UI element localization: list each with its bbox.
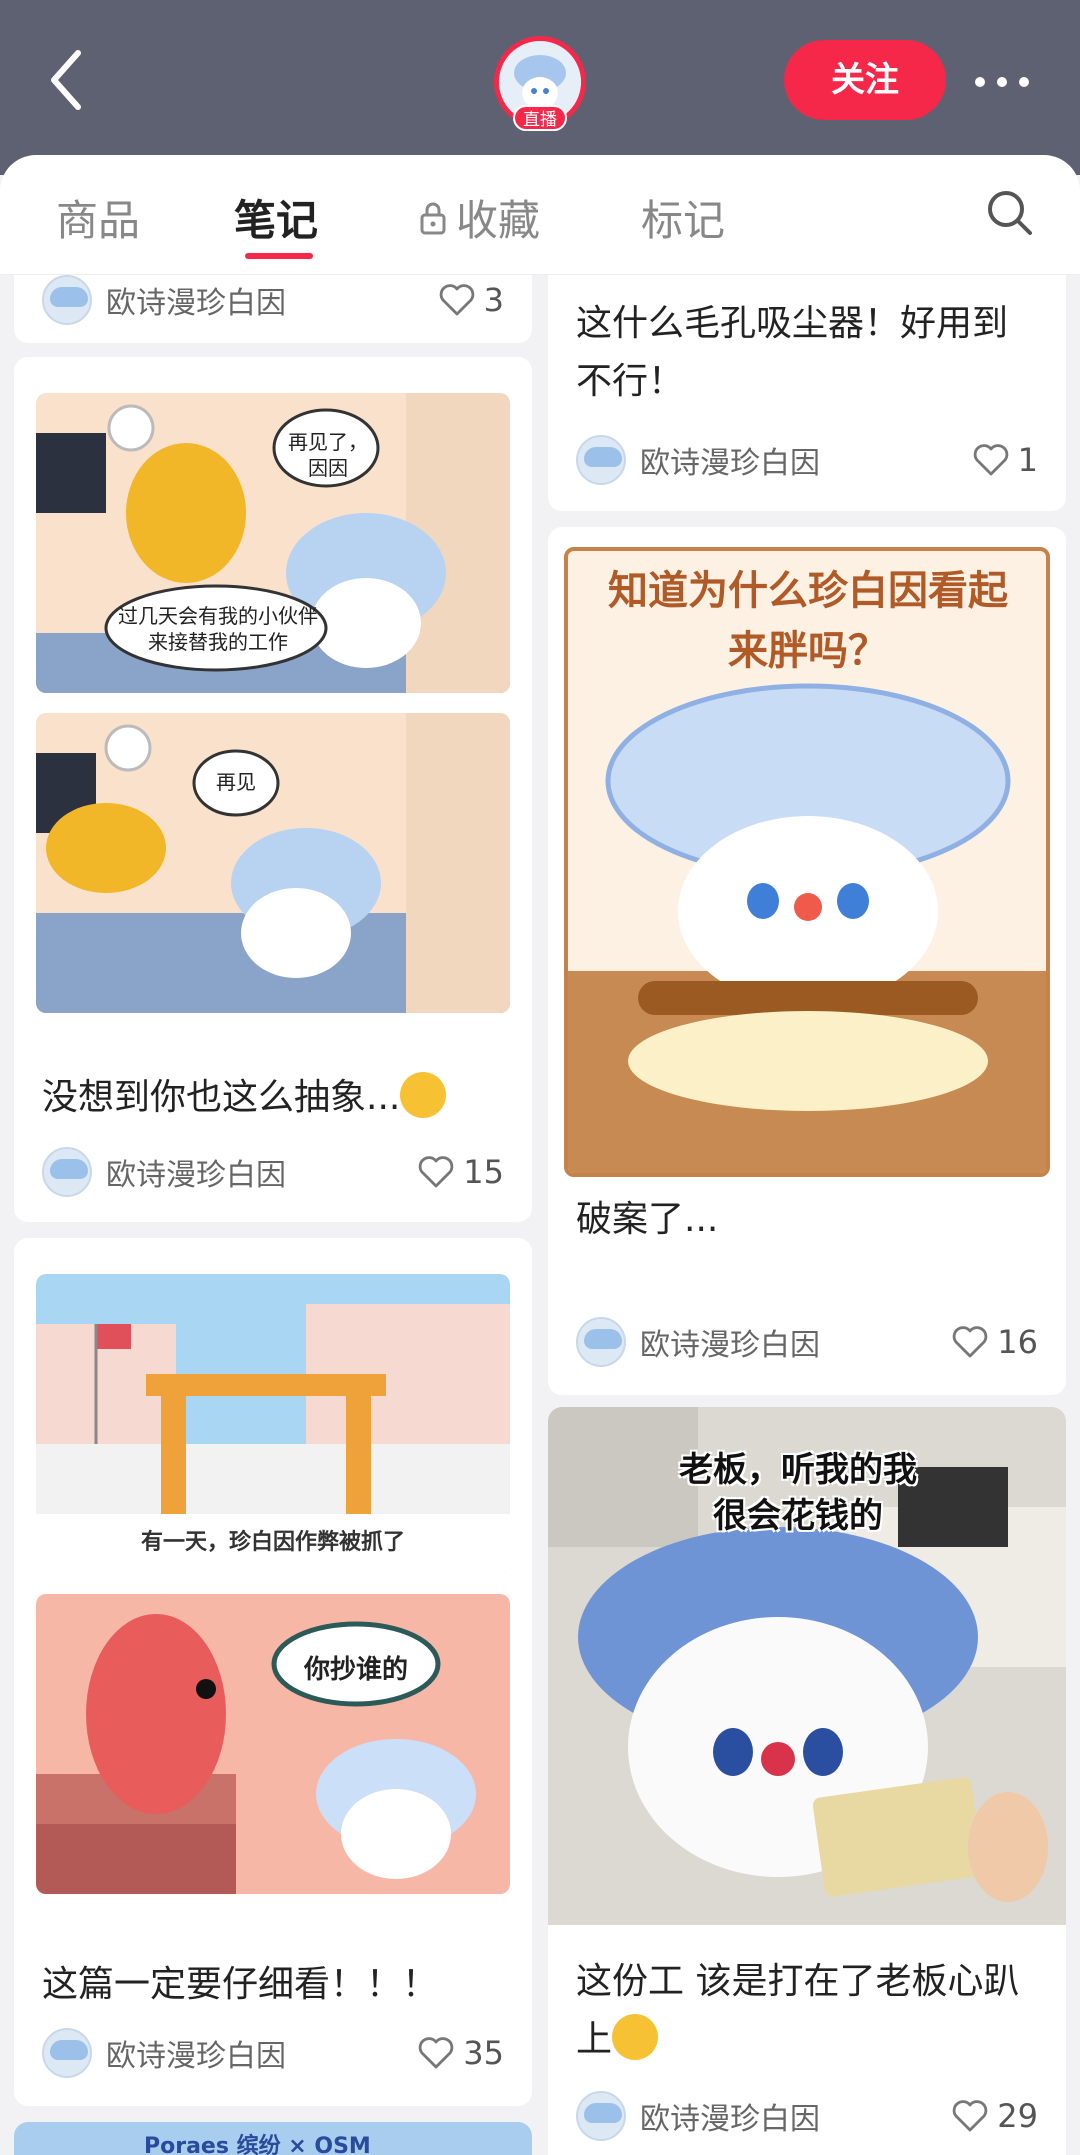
- tab-marks[interactable]: 标记: [641, 187, 725, 248]
- lock-icon: [420, 202, 446, 234]
- author-avatar: [42, 2028, 92, 2078]
- tab-products[interactable]: 商品: [56, 187, 140, 248]
- live-badge: 直播: [513, 105, 567, 131]
- tab-bar: 商品 笔记 收藏 标记: [0, 155, 1080, 275]
- note-card[interactable]: 知道为什么珍白因看起来胖吗？ 破案了... 欧诗漫珍白因 16: [548, 527, 1066, 1395]
- note-card[interactable]: Poraes 缤纷 × OSM: [14, 2122, 532, 2155]
- author-name: 欧诗漫珍白因: [640, 446, 820, 481]
- card-author[interactable]: 欧诗漫珍白因: [42, 1147, 286, 1197]
- like-button[interactable]: 16: [951, 1323, 1038, 1361]
- author-avatar: [576, 435, 626, 485]
- like-button[interactable]: 29: [951, 2097, 1038, 2135]
- like-button[interactable]: 3: [438, 281, 504, 319]
- tab-notes[interactable]: 笔记: [234, 187, 318, 248]
- cover-illustration: [568, 683, 1046, 1173]
- heart-icon: [953, 2100, 988, 2132]
- card-title: 这篇一定要仔细看！！！: [42, 1964, 439, 2005]
- like-count: 15: [463, 1153, 504, 1191]
- more-icon[interactable]: [972, 62, 1032, 102]
- like-count: 1: [1017, 441, 1038, 479]
- grin-emoji-icon: [612, 2014, 659, 2060]
- panel-speech-bubble: 再见: [216, 770, 256, 794]
- like-button[interactable]: 1: [972, 441, 1038, 479]
- heart-icon: [439, 284, 474, 316]
- card-cover-image: 有一天，珍白因作弊被抓了 你抄谁的: [36, 1274, 510, 1938]
- card-author[interactable]: 欧诗漫珍白因: [576, 1317, 820, 1367]
- cover-peek-text: Poraes 缤纷 × OSM: [144, 2134, 371, 2155]
- like-count: 3: [483, 281, 504, 319]
- card-title-text: 没想到你也这么抽象...: [42, 1077, 401, 1118]
- card-cover-image: 再见了，因因 过几天会有我的小伙伴来接替我的工作 再见: [36, 393, 510, 1047]
- author-name: 欧诗漫珍白因: [106, 1158, 286, 1193]
- card-cover-image: 知道为什么珍白因看起来胖吗？: [564, 547, 1050, 1177]
- note-card[interactable]: 这什么毛孔吸尘器！好用到不行！ 欧诗漫珍白因 1: [548, 275, 1066, 511]
- note-card[interactable]: 老板，听我的我很会花钱的 这份工 该是打在了老板心趴上 欧诗漫珍白因 29: [548, 1407, 1066, 2155]
- tab-favorites-label: 收藏: [456, 196, 541, 245]
- author-avatar: [576, 1317, 626, 1367]
- like-count: 16: [997, 1323, 1038, 1361]
- card-title: 这份工 该是打在了老板心趴上: [576, 1953, 1046, 2069]
- panel-caption: 有一天，珍白因作弊被抓了: [140, 1530, 405, 1555]
- card-author[interactable]: 欧诗漫珍白因: [42, 2028, 286, 2078]
- comic-panel: [36, 713, 510, 1013]
- author-name: 欧诗漫珍白因: [106, 286, 286, 321]
- author-avatar: [42, 275, 92, 325]
- note-card[interactable]: 欧诗漫珍白因 3: [14, 275, 532, 343]
- heart-icon: [419, 1156, 454, 1188]
- card-author[interactable]: 欧诗漫珍白因: [576, 435, 820, 485]
- cover-caption: 老板，听我的我很会花钱的: [679, 1450, 917, 1536]
- card-author[interactable]: 欧诗漫珍白因: [42, 275, 286, 325]
- card-cover-image: 老板，听我的我很会花钱的: [548, 1407, 1066, 1925]
- back-icon[interactable]: [42, 45, 92, 115]
- card-title: 没想到你也这么抽象...: [42, 1069, 512, 1127]
- author-avatar: [576, 2091, 626, 2141]
- follow-button[interactable]: 关注: [784, 40, 946, 120]
- tab-favorites[interactable]: 收藏: [418, 187, 540, 248]
- note-card[interactable]: 再见了，因因 过几天会有我的小伙伴来接替我的工作 再见 没想到你也这么抽象...…: [14, 357, 532, 1222]
- panel-speech-bubble: 过几天会有我的小伙伴来接替我的工作: [118, 604, 318, 654]
- author-name: 欧诗漫珍白因: [640, 2102, 820, 2137]
- note-card[interactable]: 有一天，珍白因作弊被抓了 你抄谁的 这篇一定要仔细看！！！ 欧诗漫珍白因 35: [14, 1238, 532, 2106]
- active-tab-indicator: [245, 253, 313, 259]
- author-name: 欧诗漫珍白因: [640, 1328, 820, 1363]
- author-name: 欧诗漫珍白因: [106, 2039, 286, 2074]
- heart-icon: [419, 2037, 454, 2069]
- card-title: 这什么毛孔吸尘器！好用到不行！: [576, 303, 1009, 402]
- search-icon[interactable]: [985, 188, 1035, 238]
- panel-speech-bubble: 你抄谁的: [303, 1655, 408, 1685]
- like-count: 35: [463, 2034, 504, 2072]
- heart-icon: [953, 1326, 988, 1358]
- heart-icon: [973, 444, 1008, 476]
- card-author[interactable]: 欧诗漫珍白因: [576, 2091, 820, 2141]
- top-bar: 直播 关注: [0, 0, 1080, 175]
- cover-caption: 知道为什么珍白因看起来胖吗？: [608, 568, 1008, 674]
- card-title: 破案了...: [576, 1199, 719, 1240]
- like-button[interactable]: 15: [417, 1153, 504, 1191]
- comic-panel: [36, 1594, 510, 1894]
- like-count: 29: [997, 2097, 1038, 2135]
- like-button[interactable]: 35: [417, 2034, 504, 2072]
- grin-emoji-icon: [400, 1072, 447, 1118]
- author-avatar: [42, 1147, 92, 1197]
- panel-speech-bubble: 再见了，因因: [288, 430, 368, 480]
